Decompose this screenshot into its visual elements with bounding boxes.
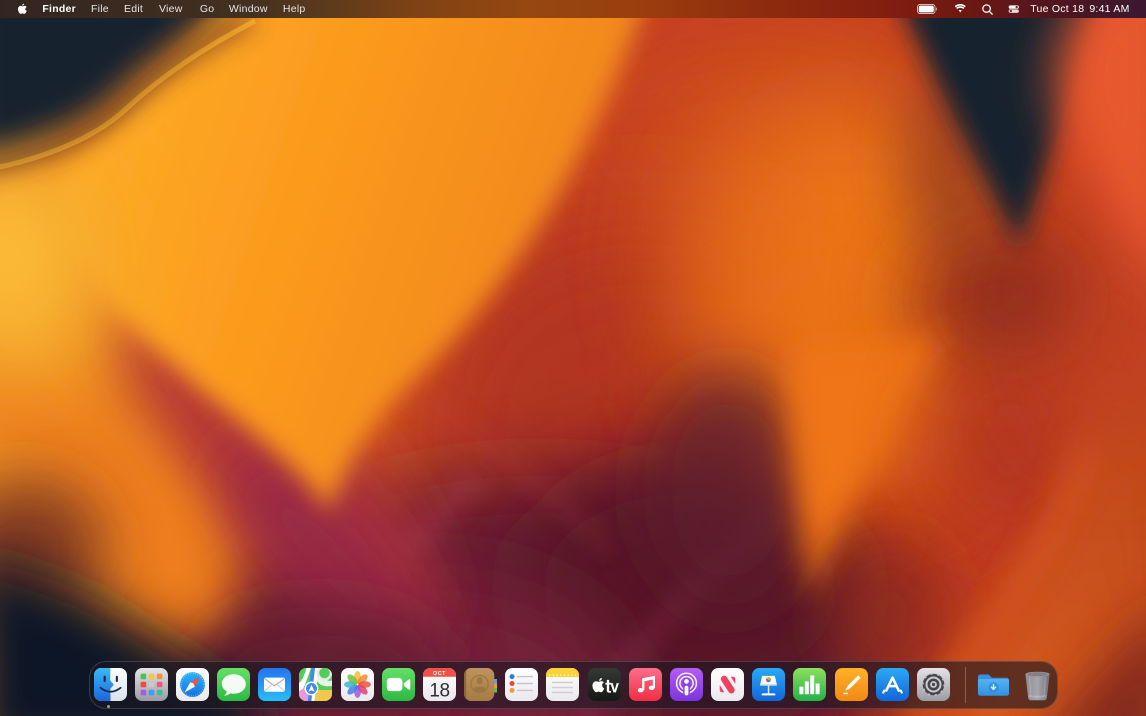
svg-text:OCT: OCT bbox=[433, 671, 446, 677]
svg-text:18: 18 bbox=[429, 680, 449, 701]
